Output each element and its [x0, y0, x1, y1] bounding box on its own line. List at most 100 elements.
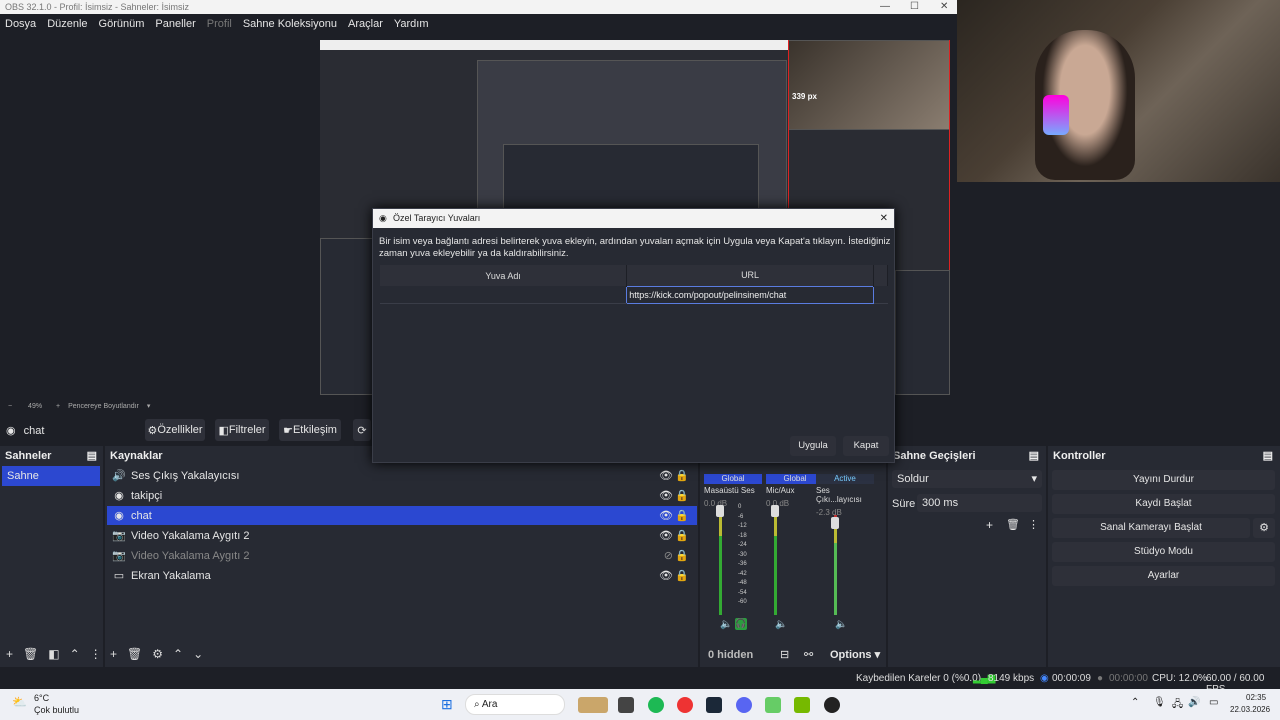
menu-tools[interactable]: Araçlar	[348, 18, 383, 30]
windows-start-icon[interactable]: ⊞	[441, 696, 453, 713]
lock-icon[interactable]: 🔒	[675, 469, 689, 482]
monitor-headphone-icon[interactable]: 🎧	[735, 618, 747, 630]
source-row-selected[interactable]: ◉ chat 👁 🔒	[107, 506, 697, 525]
news-widget-icon[interactable]	[578, 697, 608, 713]
lock-icon[interactable]: 🔒	[675, 509, 689, 522]
spotify-icon[interactable]	[648, 697, 664, 713]
network-icon[interactable]: 🖧	[1172, 697, 1183, 714]
clock-time[interactable]: 02:35	[1246, 693, 1266, 702]
transition-select[interactable]: Soldur ▾	[892, 470, 1042, 488]
source-row[interactable]: ▭ Ekran Yakalama 👁 🔒	[107, 566, 697, 585]
column-header-url[interactable]: URL	[626, 265, 874, 286]
eye-icon[interactable]: 👁	[659, 529, 673, 542]
source-row-hidden[interactable]: 📷 Video Yakalama Aygıtı 2 ⊘ 🔒	[107, 546, 697, 565]
mixer-options-button[interactable]: Options ▾	[830, 648, 880, 661]
lock-icon[interactable]: 🔒	[675, 569, 689, 582]
file-explorer-icon[interactable]	[618, 697, 634, 713]
volume-icon[interactable]: 🔊	[1188, 697, 1200, 708]
start-virtual-camera-button[interactable]: Sanal Kamerayı Başlat	[1052, 518, 1250, 538]
chevron-up-icon[interactable]: ⌃	[173, 647, 183, 661]
taskbar-search[interactable]: ⌕ Ara	[465, 694, 565, 715]
menu-file[interactable]: Dosya	[5, 18, 36, 30]
volume-slider[interactable]	[831, 517, 839, 529]
dock-menu-icon[interactable]: ▤	[1029, 448, 1039, 464]
mute-icon[interactable]: 🔈	[835, 619, 847, 630]
eye-icon[interactable]: 👁	[659, 569, 673, 582]
close-icon[interactable]: ✕	[880, 209, 888, 228]
stop-streaming-button[interactable]: Yayını Durdur	[1052, 470, 1275, 490]
trash-icon[interactable]: 🗑	[127, 647, 142, 661]
layout-icon[interactable]: ⊟	[780, 648, 789, 661]
apply-button[interactable]: Uygula	[790, 436, 836, 456]
lock-icon[interactable]: 🔒	[675, 489, 689, 502]
dock-url-cell[interactable]: https://kick.com/popout/pelinsinem/chat	[626, 285, 874, 304]
volume-slider[interactable]	[716, 505, 724, 517]
nvidia-icon[interactable]	[794, 697, 810, 713]
filter-icon[interactable]: ◧	[48, 647, 59, 661]
more-icon[interactable]: ⋮	[90, 647, 102, 661]
mic-icon[interactable]: 🎙	[1153, 697, 1166, 708]
studio-mode-button[interactable]: Stüdyo Modu	[1052, 542, 1275, 562]
source-row[interactable]: 🔊 Ses Çıkış Yakalayıcısı 👁 🔒	[107, 466, 697, 485]
start-recording-button[interactable]: Kaydı Başlat	[1052, 494, 1275, 514]
source-row[interactable]: ◉ takipçi 👁 🔒	[107, 486, 697, 505]
lock-icon[interactable]: 🔒	[675, 529, 689, 542]
menu-docks[interactable]: Paneller	[155, 18, 195, 30]
interact-button[interactable]: ☛ Etkileşim	[279, 419, 341, 441]
channel-name[interactable]: Masaüstü Ses	[704, 486, 762, 495]
battery-icon[interactable]: ▭	[1209, 697, 1218, 708]
dock-menu-icon[interactable]: ▤	[87, 448, 97, 464]
zoom-mode[interactable]: Pencereye Boyutlandır	[68, 403, 139, 410]
dock-name-cell[interactable]	[380, 286, 627, 304]
trash-icon[interactable]: 🗑	[1006, 518, 1020, 531]
menu-edit[interactable]: Düzenle	[47, 18, 87, 30]
menu-profile[interactable]: Profil	[207, 18, 232, 30]
add-icon[interactable]: +	[110, 647, 117, 661]
eye-icon[interactable]: 👁	[659, 469, 673, 482]
refresh-button[interactable]: ⟳	[353, 419, 371, 441]
more-icon[interactable]: ⋮	[1028, 518, 1039, 531]
menu-help[interactable]: Yardım	[394, 18, 429, 30]
add-icon[interactable]: +	[6, 647, 13, 661]
trash-icon[interactable]: 🗑	[23, 647, 38, 661]
properties-button[interactable]: ⚙ Özellikler	[145, 419, 205, 441]
channel-name[interactable]: Ses Çıkı...layıcısı	[816, 486, 874, 504]
settings-button[interactable]: Ayarlar	[1052, 566, 1275, 586]
steam-icon[interactable]	[706, 697, 722, 713]
chevron-down-icon[interactable]: ▾	[147, 403, 151, 410]
mute-icon[interactable]: 🔈	[720, 619, 732, 630]
add-icon[interactable]: +	[986, 518, 993, 532]
table-row[interactable]: https://kick.com/popout/pelinsinem/chat	[380, 285, 888, 304]
app-icon[interactable]	[765, 697, 781, 713]
duration-input[interactable]: 300 ms	[917, 494, 1042, 512]
zoom-minus-icon[interactable]: −	[8, 403, 12, 410]
clock-date[interactable]: 22.03.2026	[1230, 705, 1270, 714]
obs-icon[interactable]	[824, 697, 840, 713]
link-icon[interactable]: ⚯	[804, 648, 813, 661]
eye-off-icon[interactable]: ⊘	[664, 549, 673, 562]
scene-item[interactable]: Sahne	[2, 466, 100, 486]
close-button[interactable]: Kapat	[843, 436, 889, 456]
menu-view[interactable]: Görünüm	[99, 18, 145, 30]
eye-icon[interactable]: 👁	[659, 489, 673, 502]
minimize-button[interactable]: —	[880, 0, 890, 14]
chrome-icon[interactable]	[677, 697, 693, 713]
chevron-up-icon[interactable]: ⌃	[1131, 697, 1139, 708]
chevron-up-icon[interactable]: ⌃	[70, 647, 80, 661]
column-header-name[interactable]: Yuva Adı	[380, 265, 628, 286]
maximize-button[interactable]: ☐	[910, 0, 919, 14]
filters-button[interactable]: ◧ Filtreler	[215, 419, 269, 441]
close-window-button[interactable]: ✕	[940, 0, 948, 14]
volume-slider[interactable]	[771, 505, 779, 517]
menu-scene-collection[interactable]: Sahne Koleksiyonu	[243, 18, 337, 30]
gear-icon[interactable]: ⚙	[152, 647, 163, 661]
dock-menu-icon[interactable]: ▤	[1263, 448, 1273, 464]
discord-icon[interactable]	[736, 697, 752, 713]
lock-icon[interactable]: 🔒	[675, 549, 689, 562]
zoom-plus-icon[interactable]: +	[56, 403, 60, 410]
source-row[interactable]: 📷 Video Yakalama Aygıtı 2 👁 🔒	[107, 526, 697, 545]
chevron-down-icon[interactable]: ⌄	[193, 647, 203, 661]
gear-icon[interactable]: ⚙	[1253, 518, 1275, 538]
mute-icon[interactable]: 🔈	[775, 619, 787, 630]
eye-icon[interactable]: 👁	[659, 509, 673, 522]
